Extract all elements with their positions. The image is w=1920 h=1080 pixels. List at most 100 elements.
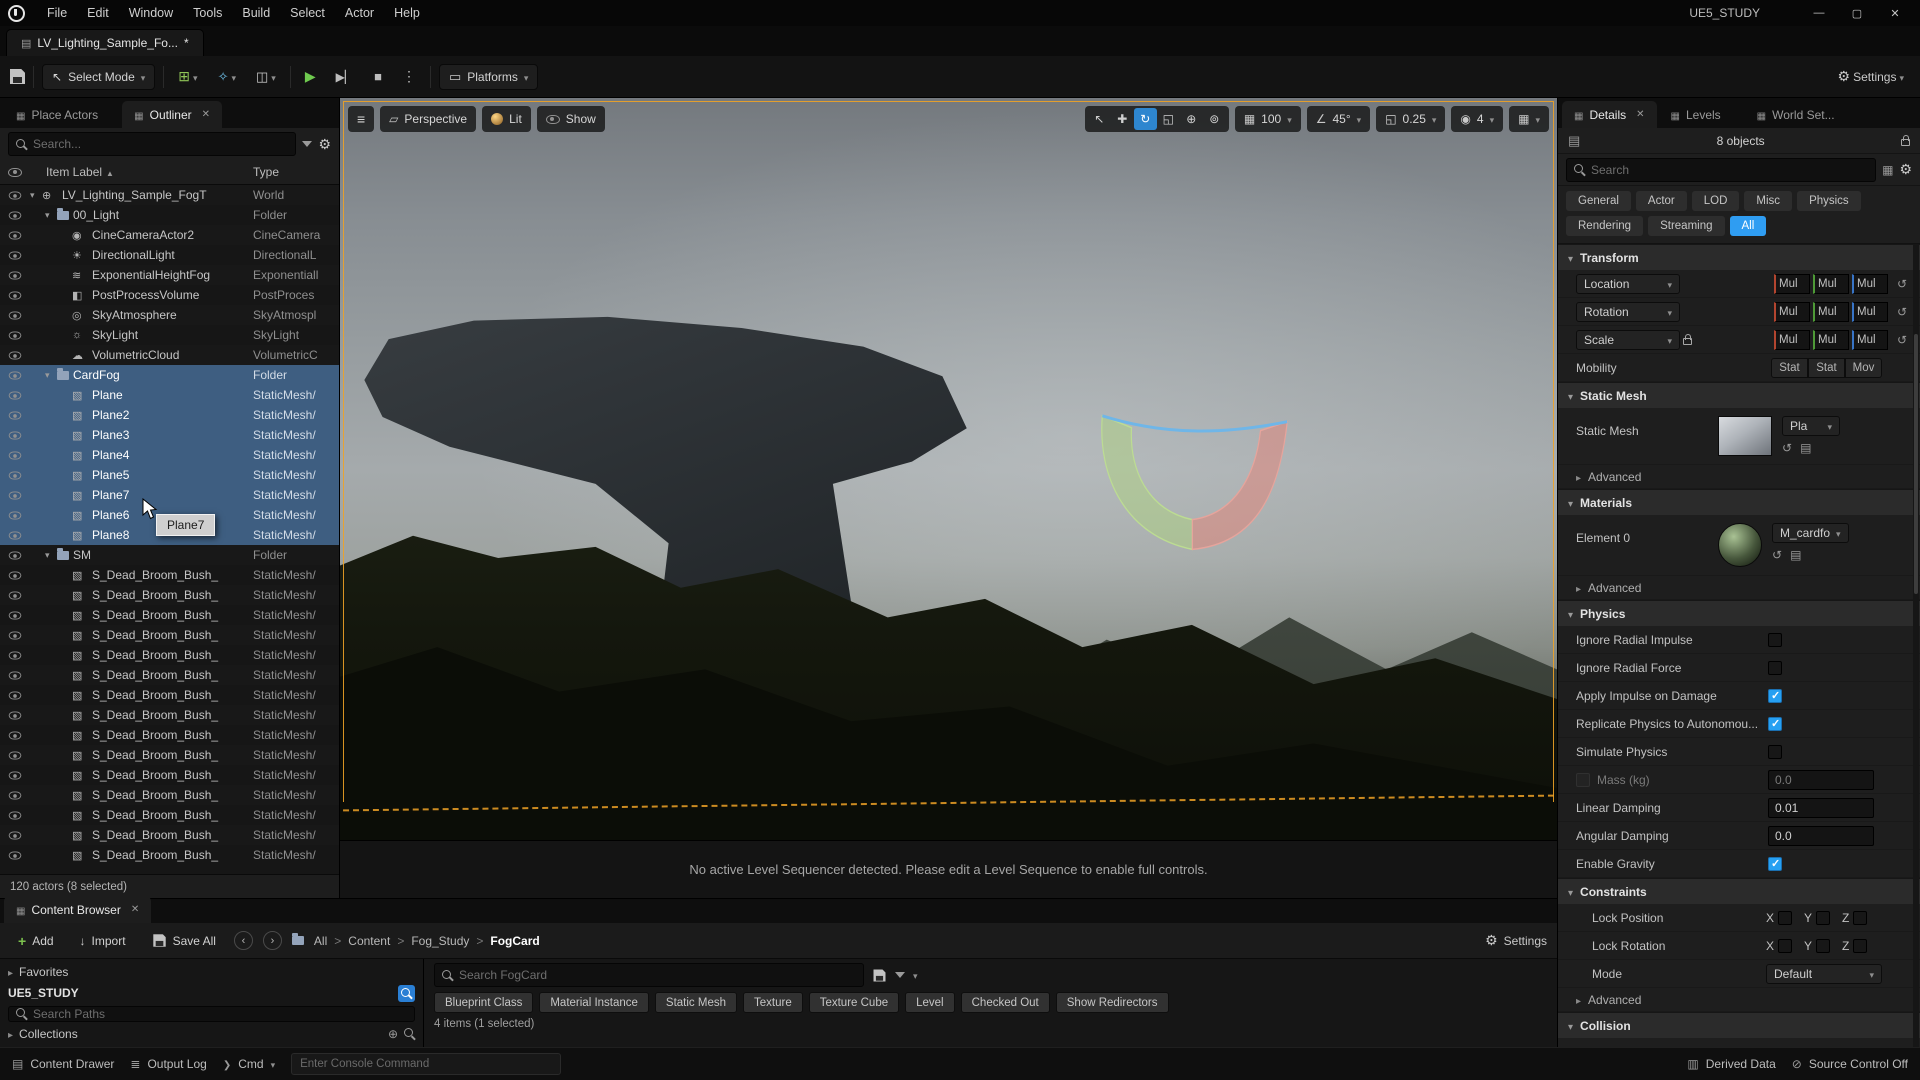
filter-chip[interactable]: Show Redirectors [1056,992,1169,1013]
play-options-button[interactable] [396,64,422,90]
visibility-eye-icon[interactable] [9,351,22,359]
scale-lock-icon[interactable] [1683,338,1692,345]
mobility-option[interactable]: Mov [1845,358,1882,378]
override-checkbox[interactable] [1576,773,1590,787]
axis-lock-checkbox[interactable] [1816,911,1830,925]
section-static-mesh[interactable]: Static Mesh [1558,382,1920,408]
rotate-tool-icon[interactable] [1134,108,1157,130]
details-scrollbar[interactable] [1913,244,1919,1047]
outliner-row[interactable]: S_Dead_Broom_Bush_ StaticMesh/ [0,605,339,625]
filter-funnel-icon[interactable] [895,972,905,978]
property-checkbox[interactable] [1768,689,1782,703]
outliner-settings-icon[interactable] [318,136,331,153]
property-checkbox[interactable] [1768,717,1782,731]
visibility-eye-icon[interactable] [9,231,22,239]
constraint-mode-dropdown[interactable]: Default [1766,964,1882,984]
visibility-eye-icon[interactable] [9,831,22,839]
platforms-dropdown[interactable]: Platforms [439,64,539,90]
outliner-row[interactable]: PostProcessVolume PostProces [0,285,339,305]
reset-to-default-icon[interactable] [1894,333,1910,347]
axis-lock-checkbox[interactable] [1853,911,1867,925]
unreal-logo-icon[interactable] [8,5,25,22]
add-collection-icon[interactable]: ⊕ [388,1027,398,1041]
panel-tab[interactable]: Place Actors [4,101,120,128]
panel-tab[interactable]: World Set... [1745,101,1857,128]
y-value-field[interactable]: Mul [1813,302,1849,322]
menu-item[interactable]: Edit [77,2,119,24]
search-icon[interactable] [404,1028,415,1039]
visibility-eye-icon[interactable] [9,591,22,599]
item-label-column[interactable]: Item Label [22,165,253,179]
outliner-row[interactable]: Plane7 StaticMesh/ [0,485,339,505]
select-mode-dropdown[interactable]: Select Mode [42,64,155,90]
advanced-toggle[interactable]: Advanced [1558,988,1920,1012]
reset-to-default-icon[interactable] [1894,277,1910,291]
save-search-icon[interactable] [874,969,886,981]
transform-axis-dropdown[interactable]: Location [1576,274,1680,294]
visibility-eye-icon[interactable] [9,531,22,539]
breadcrumb-item[interactable]: All [314,934,341,948]
import-button[interactable]: Import [72,930,134,952]
visibility-eye-icon[interactable] [9,211,22,219]
viewport-3d[interactable]: Perspective Lit Show [340,98,1557,840]
expander-icon[interactable]: ▾ [45,210,57,221]
rotation-snap-control[interactable]: 45° [1307,106,1370,132]
property-value-field[interactable]: 0.0 [1768,770,1874,790]
perspective-selector[interactable]: Perspective [380,106,476,132]
content-drawer-button[interactable]: Content Drawer [12,1057,114,1071]
derived-data-button[interactable]: Derived Data [1687,1057,1775,1071]
details-filter-button[interactable]: All [1730,216,1767,236]
outliner-row[interactable]: S_Dead_Broom_Bush_ StaticMesh/ [0,805,339,825]
visibility-eye-icon[interactable] [9,431,22,439]
visibility-eye-icon[interactable] [9,751,22,759]
camera-speed-control[interactable]: 4 [1451,106,1503,132]
outliner-row[interactable]: S_Dead_Broom_Bush_ StaticMesh/ [0,745,339,765]
material-thumbnail[interactable] [1718,523,1762,567]
scrollbar-thumb[interactable] [1914,334,1918,594]
close-button[interactable] [1878,2,1912,24]
forward-button[interactable]: › [263,931,282,950]
frame-skip-button[interactable] [330,64,360,90]
close-icon[interactable]: ✕ [202,109,210,120]
outliner-row[interactable]: S_Dead_Broom_Bush_ StaticMesh/ [0,645,339,665]
settings-dropdown[interactable]: Settings [1832,64,1910,90]
move-tool-icon[interactable] [1111,108,1134,130]
outliner-row[interactable]: Plane5 StaticMesh/ [0,465,339,485]
advanced-toggle[interactable]: Advanced [1558,465,1920,489]
outliner-row[interactable]: S_Dead_Broom_Bush_ StaticMesh/ [0,685,339,705]
outliner-row[interactable]: ▾ 00_Light Folder [0,205,339,225]
property-checkbox[interactable] [1768,661,1782,675]
outliner-row[interactable]: Plane StaticMesh/ [0,385,339,405]
filter-chip[interactable]: Static Mesh [655,992,737,1013]
static-mesh-dropdown[interactable]: Pla [1782,416,1840,436]
outliner-row[interactable]: DirectionalLight DirectionalL [0,245,339,265]
asset-search-input[interactable] [459,968,856,982]
visibility-eye-icon[interactable] [9,311,22,319]
outliner-row[interactable]: VolumetricCloud VolumetricC [0,345,339,365]
filter-chip[interactable]: Texture [743,992,803,1013]
cb-settings-button[interactable]: Settings [1504,934,1547,948]
visibility-eye-icon[interactable] [9,491,22,499]
menu-item[interactable]: Window [119,2,183,24]
reset-to-default-icon[interactable] [1894,305,1910,319]
visibility-eye-icon[interactable] [9,511,22,519]
visibility-eye-icon[interactable] [9,391,22,399]
visibility-eye-icon[interactable] [9,291,22,299]
outliner-row[interactable]: ▾ SM Folder [0,545,339,565]
visibility-eye-icon[interactable] [9,451,22,459]
mobility-option[interactable]: Stat [1808,358,1845,378]
asset-tab[interactable]: LV_Lighting_Sample_Fo... * [6,29,204,56]
source-control-button[interactable]: Source Control Off [1792,1057,1908,1071]
paths-search[interactable] [8,1006,415,1022]
filter-chip[interactable]: Checked Out [961,992,1050,1013]
section-physics[interactable]: Physics [1558,600,1920,626]
show-flags-button[interactable]: Show [537,106,605,132]
x-value-field[interactable]: Mul [1774,302,1810,322]
z-value-field[interactable]: Mul [1852,274,1888,294]
play-button[interactable] [299,64,322,90]
expander-icon[interactable]: ▾ [30,190,42,201]
menu-item[interactable]: Build [232,2,280,24]
visibility-eye-icon[interactable] [9,251,22,259]
close-icon[interactable]: ✕ [1636,109,1644,120]
static-mesh-thumbnail[interactable] [1718,416,1772,456]
